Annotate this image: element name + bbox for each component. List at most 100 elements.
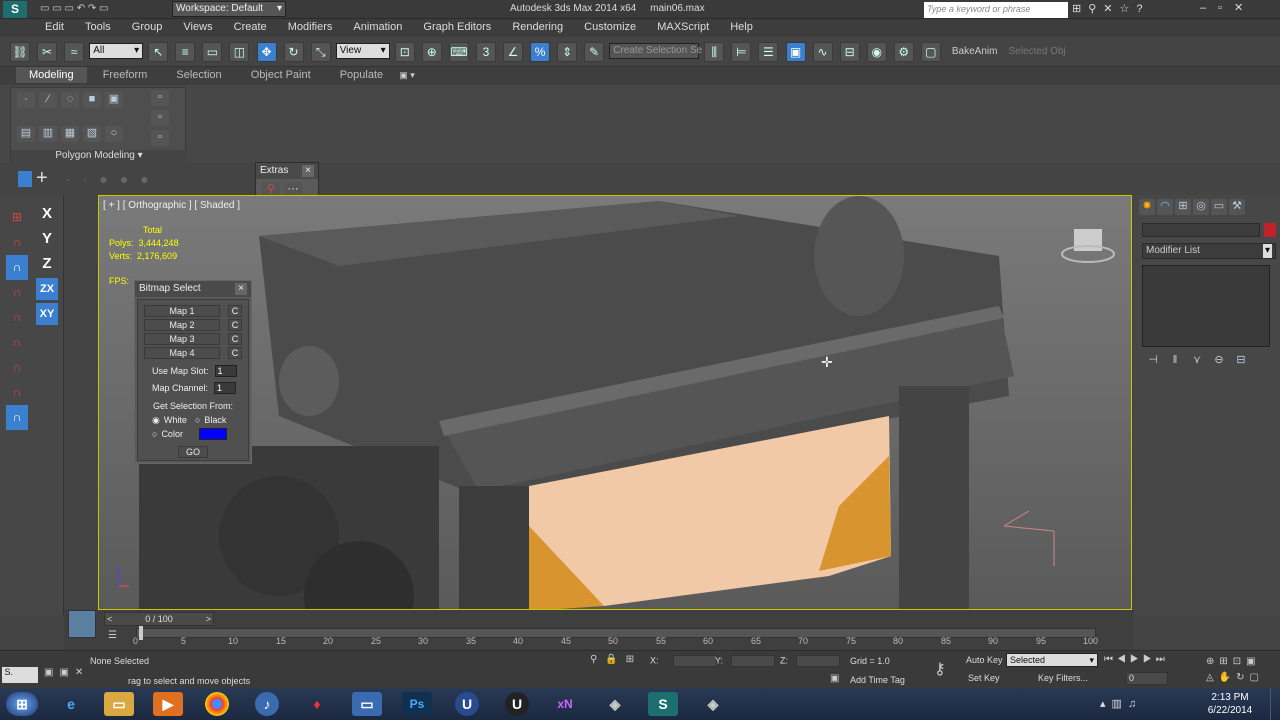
perspective-viewport[interactable]: [ + ] [ Orthographic ] [ Shaded ] Total … bbox=[98, 195, 1132, 610]
flame-app-icon[interactable]: ♦ bbox=[302, 692, 332, 716]
app-icon-2[interactable]: ◈ bbox=[698, 692, 728, 716]
select-rotate-icon[interactable]: ↻ bbox=[283, 42, 304, 62]
star-icon[interactable]: ☆ bbox=[1120, 3, 1137, 15]
selection-filter-dropdown[interactable]: All ▾ bbox=[89, 43, 144, 59]
render-setup-icon[interactable]: ⚙ bbox=[893, 42, 914, 62]
close-icon[interactable]: × bbox=[235, 283, 247, 295]
viewport-layout-icon[interactable] bbox=[18, 171, 32, 187]
object-name-field[interactable] bbox=[1142, 223, 1260, 237]
map-4-clear-button[interactable]: C bbox=[228, 347, 242, 359]
ref-coord-dropdown[interactable]: View ▾ bbox=[335, 43, 390, 59]
tab-object-paint[interactable]: Object Paint bbox=[238, 67, 324, 83]
menu-create[interactable]: Create bbox=[225, 19, 276, 35]
menu-rendering[interactable]: Rendering bbox=[503, 19, 572, 35]
loop-icon[interactable]: ▧ bbox=[83, 126, 101, 142]
select-by-name-icon[interactable]: ≡ bbox=[175, 42, 196, 62]
fov-icon[interactable]: ◬ bbox=[1206, 672, 1219, 683]
map-1-button[interactable]: Map 1 bbox=[144, 305, 220, 317]
absolute-mode-icon[interactable]: ⊞ bbox=[626, 654, 642, 665]
curve-editor-icon[interactable]: ∿ bbox=[812, 42, 833, 62]
axis-x-button[interactable]: X bbox=[36, 203, 58, 225]
dot-icon[interactable]: · bbox=[83, 171, 100, 187]
map-1-clear-button[interactable]: C bbox=[228, 305, 242, 317]
menu-help[interactable]: Help bbox=[721, 19, 762, 35]
keyboard-shortcut-icon[interactable]: ⌨ bbox=[448, 42, 469, 62]
prev-frame-icon[interactable]: ◀ bbox=[1117, 654, 1130, 665]
close-icon[interactable]: × bbox=[302, 165, 314, 177]
ribbon-options-icon[interactable]: ▣ ▾ bbox=[399, 70, 415, 80]
color-radio[interactable]: ○ bbox=[152, 429, 157, 439]
z-field[interactable] bbox=[796, 655, 840, 667]
mini-curve-icon[interactable] bbox=[68, 610, 96, 638]
hierarchy-tab-icon[interactable]: ⊞ bbox=[1175, 199, 1191, 215]
map-4-button[interactable]: Map 4 bbox=[144, 347, 220, 359]
schematic-view-icon[interactable]: ⊟ bbox=[839, 42, 860, 62]
link-icon[interactable]: ⛓ bbox=[10, 42, 30, 62]
zoom-icon[interactable]: ⊕ bbox=[1206, 656, 1219, 667]
binoculars-icon[interactable]: ⊞ bbox=[1072, 3, 1088, 15]
axis-z-button[interactable]: Z bbox=[36, 253, 58, 275]
network-icon[interactable]: ▥ bbox=[1112, 698, 1128, 710]
explorer-icon[interactable]: ▭ bbox=[104, 692, 134, 716]
pivot-center-icon[interactable]: ⊡ bbox=[394, 42, 415, 62]
viewport-label[interactable]: [ + ] [ Orthographic ] [ Shaded ] bbox=[103, 200, 240, 211]
modify-mode-icon[interactable]: ○ bbox=[105, 126, 123, 142]
map-channel-spinner[interactable]: 1 bbox=[214, 382, 237, 394]
menu-customize[interactable]: Customize bbox=[575, 19, 645, 35]
remote-desktop-icon[interactable]: ▭ bbox=[352, 692, 382, 716]
magnet-icon[interactable]: ∩ bbox=[6, 230, 28, 255]
border-icon[interactable]: ◌ bbox=[61, 92, 79, 108]
menu-modifiers[interactable]: Modifiers bbox=[279, 19, 342, 35]
chrome-icon[interactable] bbox=[205, 692, 229, 716]
tab-selection[interactable]: Selection bbox=[163, 67, 234, 83]
named-selection-dropdown[interactable]: Create Selection Se bbox=[609, 43, 702, 59]
axis-y-button[interactable]: Y bbox=[36, 228, 58, 250]
menu-graph-editors[interactable]: Graph Editors bbox=[414, 19, 500, 35]
bake-anim-label[interactable]: BakeAnim bbox=[952, 46, 998, 57]
orbit-icon[interactable]: ↻ bbox=[1236, 672, 1249, 683]
object-color-swatch[interactable] bbox=[1264, 223, 1276, 237]
listener-icon[interactable]: ▣ bbox=[59, 667, 74, 678]
menu-tools[interactable]: Tools bbox=[76, 19, 120, 35]
add-viewport-icon[interactable]: + bbox=[36, 167, 48, 190]
use-stack-icon[interactable]: ▫ bbox=[151, 90, 169, 106]
pan-icon[interactable]: ✋ bbox=[1219, 672, 1236, 683]
menu-group[interactable]: Group bbox=[123, 19, 172, 35]
y-field[interactable] bbox=[731, 655, 776, 667]
help-icon[interactable]: ? bbox=[1136, 3, 1149, 15]
tab-modeling[interactable]: Modeling bbox=[16, 67, 87, 83]
show-end-result-icon[interactable]: ‖ bbox=[1166, 353, 1184, 369]
polygon-icon[interactable]: ■ bbox=[83, 92, 101, 108]
set-key-button[interactable]: Set Key bbox=[968, 673, 1000, 683]
angle-snap-icon[interactable]: ∠ bbox=[503, 42, 523, 62]
white-radio[interactable]: ◉ bbox=[152, 415, 160, 426]
ie-icon[interactable]: e bbox=[56, 692, 86, 716]
new-file-icon[interactable]: ▭ bbox=[40, 3, 49, 14]
app-icon[interactable]: ◈ bbox=[600, 692, 630, 716]
selected-obj-label[interactable]: Selected Obj bbox=[1009, 46, 1066, 57]
3dsmax-taskbar-icon[interactable]: S bbox=[648, 692, 678, 716]
track-bar-toggle-icon[interactable]: ☰ bbox=[108, 630, 117, 641]
motion-tab-icon[interactable]: ◎ bbox=[1193, 199, 1209, 215]
redo-icon[interactable]: ↷ bbox=[88, 3, 96, 14]
mirror-icon[interactable]: ⫼ bbox=[704, 42, 725, 62]
show-end-icon[interactable]: ▫ bbox=[151, 110, 169, 126]
percent-snap-icon[interactable]: % bbox=[530, 42, 551, 62]
project-folder-icon[interactable]: ▭ bbox=[99, 3, 108, 14]
tray-icon[interactable]: ▴ bbox=[1100, 698, 1112, 710]
select-scale-icon[interactable]: ⤡ bbox=[310, 42, 331, 62]
pin-stack-icon[interactable]: ⊣ bbox=[1144, 353, 1162, 369]
modifier-stack[interactable] bbox=[1142, 265, 1270, 347]
render-frame-icon[interactable]: ▢ bbox=[920, 42, 941, 62]
snap-icon[interactable]: ∩ bbox=[6, 405, 28, 430]
color-swatch[interactable] bbox=[198, 428, 227, 440]
make-unique-icon[interactable]: ⋎ bbox=[1188, 353, 1206, 369]
bind-space-warp-icon[interactable]: ≈ bbox=[64, 42, 85, 62]
align-icon[interactable]: ⊨ bbox=[731, 42, 752, 62]
edge-icon[interactable]: ⁄ bbox=[39, 92, 57, 108]
close-icon[interactable]: ✕ bbox=[1234, 2, 1255, 14]
x-field[interactable] bbox=[672, 655, 717, 667]
tab-freeform[interactable]: Freeform bbox=[90, 67, 161, 83]
map-3-clear-button[interactable]: C bbox=[228, 333, 242, 345]
next-frame-icon[interactable]: ▶ bbox=[1143, 654, 1156, 665]
